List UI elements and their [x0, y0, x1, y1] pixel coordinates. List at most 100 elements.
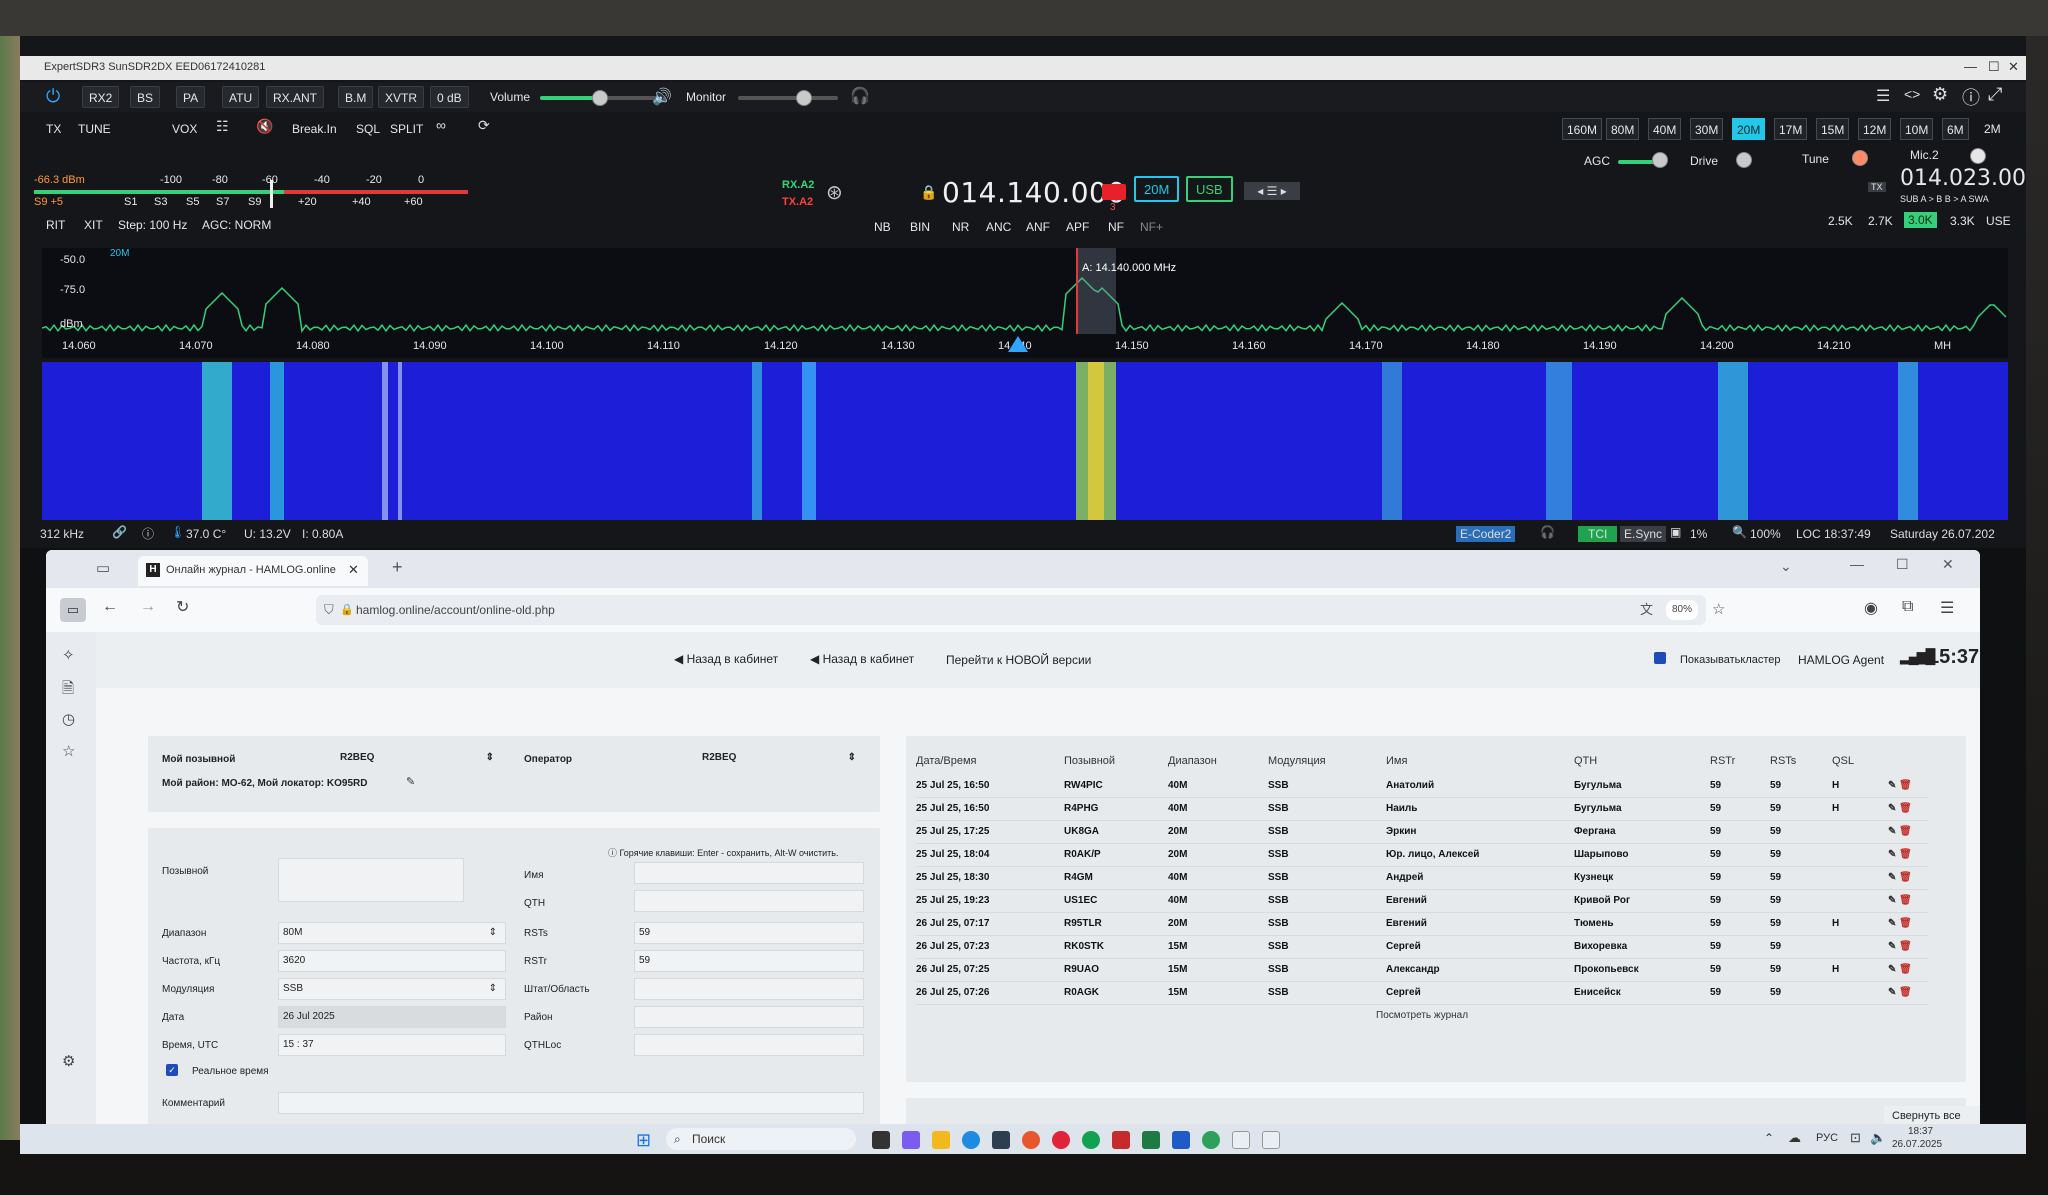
- filter-user[interactable]: USE: [1986, 214, 2011, 228]
- edit-icon[interactable]: ✎: [1888, 987, 1896, 998]
- headset-status-icon[interactable]: 🎧: [1540, 525, 1555, 539]
- rit-button[interactable]: RIT: [46, 218, 65, 232]
- filter-3-3k[interactable]: 3.3K: [1950, 214, 1975, 228]
- col-qth[interactable]: QTH: [1574, 748, 1710, 774]
- delete-icon[interactable]: 🗑: [1899, 987, 1912, 998]
- split-button[interactable]: SPLIT: [390, 122, 423, 136]
- headphones-icon[interactable]: 🎧: [850, 86, 870, 106]
- xit-button[interactable]: XIT: [84, 218, 103, 232]
- table-row[interactable]: 26 Jul 25, 07:25 R9UAO 15M SSB Александр Прок…: [916, 958, 1928, 982]
- col-name[interactable]: Имя: [1386, 748, 1574, 774]
- edit-icon[interactable]: ✎: [1888, 849, 1896, 860]
- col-qsl[interactable]: QSL: [1832, 748, 1888, 774]
- browser-maximize-icon[interactable]: ☐: [1896, 556, 1909, 573]
- clock-icon[interactable]: ◷: [62, 710, 75, 728]
- browser-minimize-icon[interactable]: —: [1850, 556, 1864, 572]
- copilot-icon[interactable]: [902, 1131, 920, 1149]
- app-red-icon[interactable]: [1112, 1131, 1130, 1149]
- band-15m[interactable]: 15M: [1816, 118, 1850, 140]
- callsign-input[interactable]: [278, 858, 464, 902]
- edit-pencil-icon[interactable]: ✎: [406, 775, 415, 788]
- operator-select[interactable]: R2BEQ ⇕: [698, 748, 862, 770]
- district-input[interactable]: [634, 1006, 864, 1028]
- view-log-link[interactable]: Посмотреть журнал: [1376, 1010, 1468, 1021]
- history-list-icon[interactable]: 🗎: [62, 678, 74, 703]
- table-row[interactable]: 25 Jul 25, 16:50 RW4PIC 40M SSB Анатолий Бугу…: [916, 774, 1928, 798]
- dsp-anf[interactable]: ANF: [1026, 220, 1050, 234]
- mode-select[interactable]: SSB ⇕: [278, 978, 506, 1000]
- volume-knob[interactable]: [592, 90, 608, 106]
- band-40m[interactable]: 40M: [1648, 118, 1682, 140]
- app-green-icon[interactable]: [1082, 1131, 1100, 1149]
- name-input[interactable]: [634, 862, 864, 884]
- drive-knob[interactable]: [1736, 152, 1752, 168]
- tab-close-icon[interactable]: ✕: [348, 562, 359, 578]
- zoom-badge[interactable]: 80%: [1666, 600, 1699, 620]
- dsp-nr[interactable]: NR: [952, 220, 969, 234]
- band-12m[interactable]: 12M: [1858, 118, 1892, 140]
- tray-date[interactable]: 26.07.2025: [1892, 1139, 1942, 1150]
- speaker-icon[interactable]: 🔊: [652, 87, 672, 107]
- menu-icon[interactable]: ☰: [1876, 86, 1890, 106]
- back-cabinet-link-2[interactable]: ◀ Назад в кабинет: [810, 652, 914, 666]
- extensions-icon[interactable]: ⧉: [1902, 598, 1913, 616]
- date-input[interactable]: 26 Jul 2025: [278, 1006, 506, 1028]
- band-6m[interactable]: 6M: [1942, 118, 1969, 140]
- rx-marker-line[interactable]: [1076, 248, 1078, 334]
- code-icon[interactable]: <>: [1904, 86, 1920, 102]
- back-icon[interactable]: ←: [102, 598, 118, 616]
- table-row[interactable]: 25 Jul 25, 19:23 US1EC 40M SSB Евгений Кривой…: [916, 889, 1928, 913]
- info-status-icon[interactable]: ⓘ: [142, 525, 154, 542]
- loop-icon[interactable]: ∞: [436, 117, 446, 133]
- link-icon[interactable]: 🔗: [112, 525, 127, 539]
- col-datetime[interactable]: Дата/Время: [916, 748, 1064, 774]
- gear-icon[interactable]: ⚙: [1932, 84, 1948, 105]
- delete-icon[interactable]: 🗑: [1899, 941, 1912, 952]
- ai-icon[interactable]: ✧: [62, 646, 75, 664]
- settings-sliders-icon[interactable]: ☷: [216, 118, 229, 135]
- table-row[interactable]: 25 Jul 25, 16:50 R4PHG 40M SSB Наиль Бугульма…: [916, 797, 1928, 821]
- monitor-knob[interactable]: [796, 90, 812, 106]
- account-icon[interactable]: ◉: [1864, 598, 1878, 618]
- freq-input[interactable]: 3620: [278, 950, 506, 972]
- tx-marker-icon[interactable]: [1008, 336, 1028, 352]
- delete-icon[interactable]: 🗑: [1899, 918, 1912, 929]
- xvtr-button[interactable]: XVTR: [378, 86, 425, 108]
- expand-icon[interactable]: ⤢: [1988, 84, 2002, 105]
- vfo-frequency[interactable]: 014.140.000: [942, 176, 1126, 209]
- rx-passband[interactable]: [1076, 248, 1116, 334]
- band-indicator[interactable]: 20M: [1134, 176, 1180, 202]
- minimize-icon[interactable]: —: [1964, 59, 1977, 74]
- span-label[interactable]: 312 kHz: [40, 527, 84, 541]
- info-icon[interactable]: ⓘ: [1962, 84, 1980, 110]
- delete-icon[interactable]: 🗑: [1899, 780, 1912, 791]
- band-80m[interactable]: 80M: [1606, 118, 1640, 140]
- bookmark-star-icon[interactable]: ☆: [1712, 595, 1725, 625]
- browser-tab[interactable]: H Онлайн журнал - HAMLOG.online ✕: [138, 556, 368, 586]
- state-input[interactable]: [634, 978, 864, 1000]
- col-band[interactable]: Диапазон: [1168, 748, 1268, 774]
- edit-icon[interactable]: ✎: [1888, 918, 1896, 929]
- bs-button[interactable]: BS: [130, 86, 161, 108]
- power-icon[interactable]: ⏻: [46, 86, 60, 107]
- agc-knob[interactable]: [1652, 152, 1668, 168]
- spectrum-panel[interactable]: -50.0 20M -75.0 dBm A: 14.140.000 MHz 14…: [41, 248, 2008, 358]
- taskview-icon[interactable]: [872, 1131, 890, 1149]
- delete-icon[interactable]: 🗑: [1899, 895, 1912, 906]
- table-row[interactable]: 26 Jul 25, 07:26 R0AGK 15M SSB Сергей Енисейс…: [916, 981, 1928, 1005]
- qthloc-input[interactable]: [634, 1034, 864, 1056]
- sql-button[interactable]: SQL: [356, 122, 380, 136]
- tci-badge[interactable]: TCI: [1578, 526, 1618, 542]
- yandex-icon[interactable]: [1052, 1131, 1070, 1149]
- my-call-select[interactable]: R2BEQ ⇕: [336, 748, 500, 770]
- time-input[interactable]: 15 : 37: [278, 1034, 506, 1056]
- ecoder-badge[interactable]: E-Coder2: [1456, 526, 1516, 542]
- col-callsign[interactable]: Позывной: [1064, 748, 1168, 774]
- delete-icon[interactable]: 🗑: [1899, 872, 1912, 883]
- bm-button[interactable]: B.M: [338, 86, 374, 108]
- mic-knob[interactable]: [1970, 148, 1986, 164]
- rstr-input[interactable]: 59: [634, 950, 864, 972]
- rx-ant-button[interactable]: RX.ANT: [266, 86, 325, 108]
- dsp-apf[interactable]: APF: [1066, 220, 1089, 234]
- table-row[interactable]: 25 Jul 25, 18:30 R4GM 40M SSB Андрей Кузнецк 5…: [916, 866, 1928, 890]
